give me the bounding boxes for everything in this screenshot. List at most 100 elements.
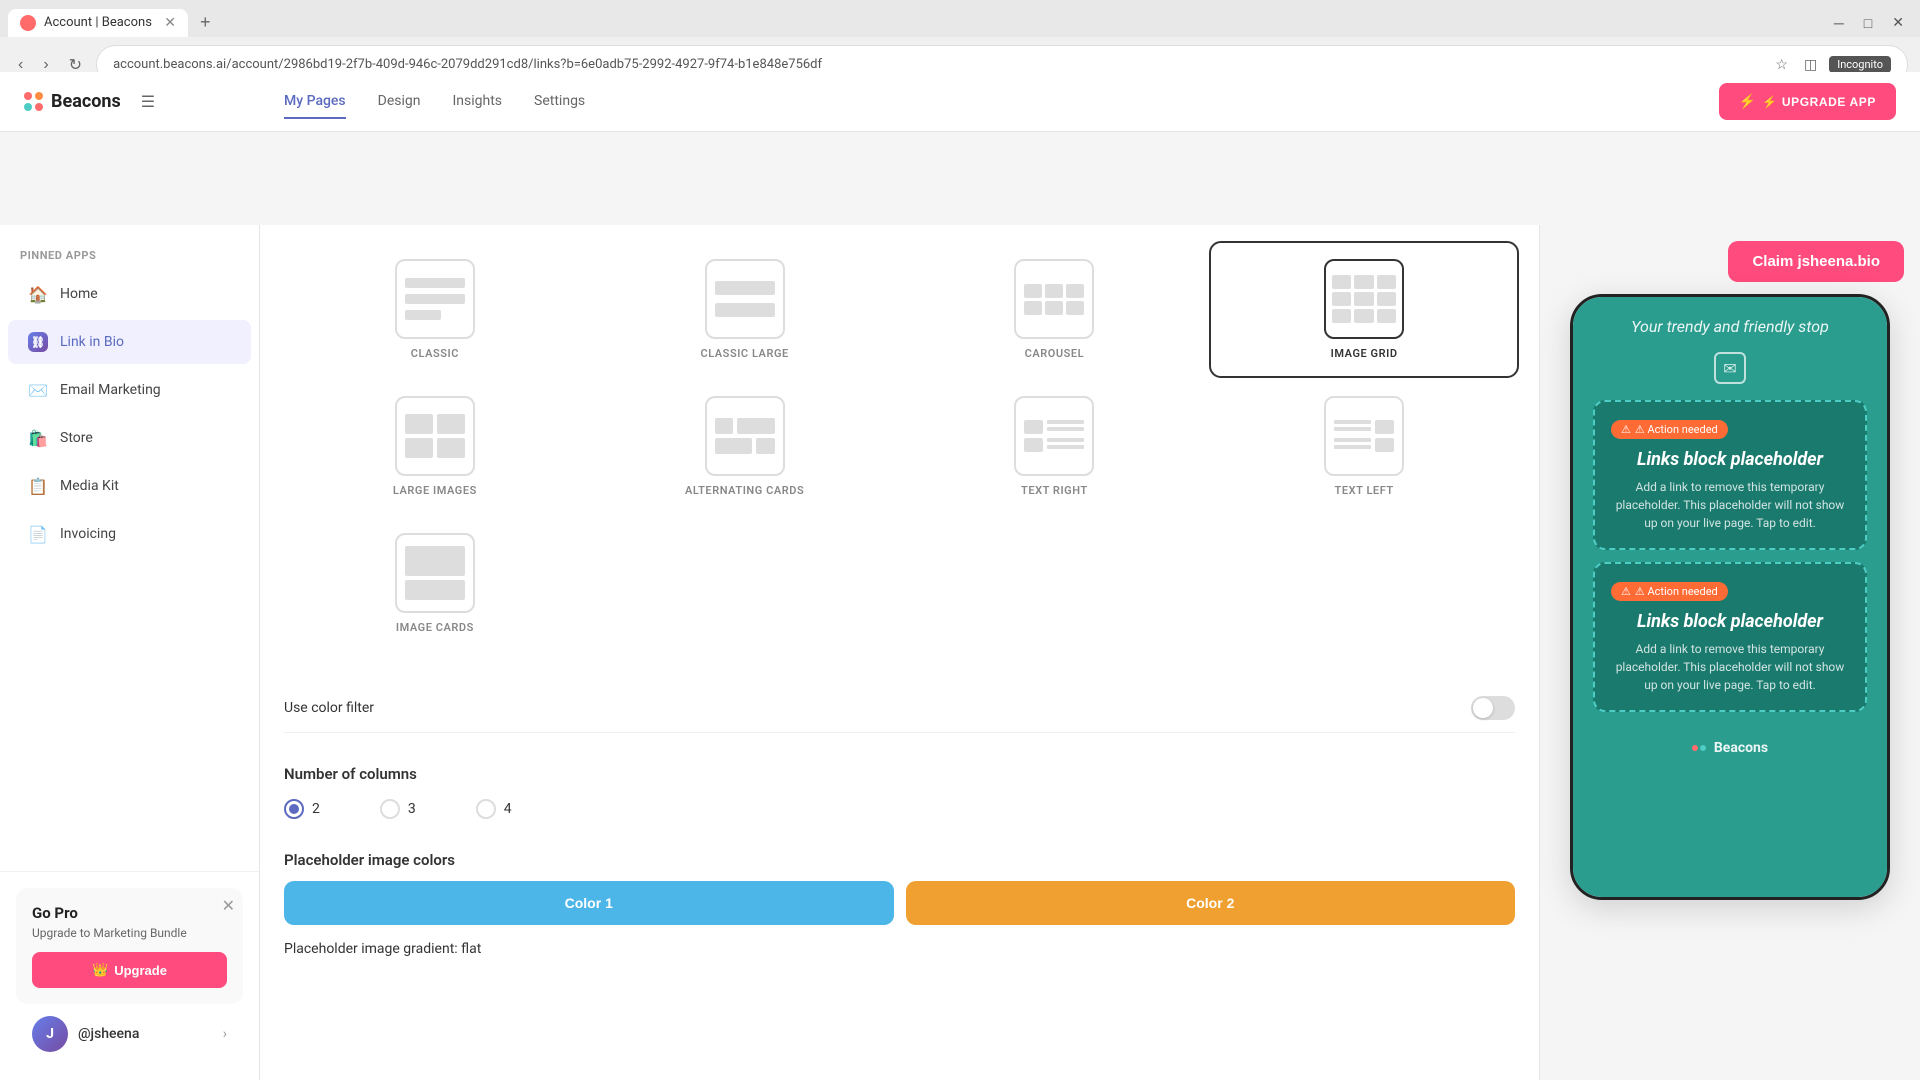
main-content: PINNED APPS 🏠 Home ⛓ Link in Bio ✉️ Emai…: [0, 225, 1920, 1080]
b2: [1354, 275, 1373, 289]
b8: [1354, 309, 1373, 323]
sidebar-item-link-in-bio[interactable]: ⛓ Link in Bio: [8, 320, 251, 364]
b5: [1045, 301, 1063, 315]
window-close-btn[interactable]: ✕: [1884, 10, 1912, 35]
tab-settings[interactable]: Settings: [534, 93, 585, 119]
line2: [405, 294, 465, 304]
action-badge-1-text: ⚠ Action needed: [1635, 423, 1718, 436]
b4: [1332, 292, 1351, 306]
columns-title: Number of columns: [284, 765, 1515, 783]
placeholder-card-1[interactable]: ⚠ ⚠ Action needed Links block placeholde…: [1593, 400, 1867, 550]
tab-design[interactable]: Design: [378, 93, 421, 119]
image-cards-label: IMAGE CARDS: [396, 621, 474, 634]
color-filter-toggle[interactable]: [1471, 696, 1515, 720]
alternating-cards-icon: [705, 396, 785, 476]
tab-favicon: [20, 15, 36, 31]
columns-option-2[interactable]: 2: [284, 799, 320, 819]
warning-icon-2: ⚠: [1621, 585, 1631, 598]
layout-option-large-images[interactable]: LARGE IMAGES: [280, 378, 590, 515]
url-text: account.beacons.ai/account/2986bd19-2f7b…: [113, 57, 1763, 72]
layout-option-classic[interactable]: CLASSIC: [280, 241, 590, 378]
claim-btn[interactable]: Claim jsheena.bio: [1728, 241, 1904, 282]
color2-btn[interactable]: Color 2: [906, 881, 1516, 925]
tab-close-btn[interactable]: ✕: [164, 15, 176, 31]
b4: [756, 438, 775, 454]
user-name: @jsheena: [78, 1026, 139, 1042]
carousel-icon: [1014, 259, 1094, 339]
layout-option-classic-large[interactable]: CLASSIC LARGE: [590, 241, 900, 378]
text-right-label: TEXT RIGHT: [1021, 484, 1088, 497]
b1: [1334, 420, 1371, 434]
b1: [1024, 420, 1043, 434]
sidebar-item-media-kit[interactable]: 📋 Media Kit: [8, 464, 251, 508]
sidebar-media-kit-label: Media Kit: [60, 478, 119, 494]
upgrade-app-btn[interactable]: ⚡ ⚡ UPGRADE APP: [1719, 93, 1896, 120]
warning-icon-1: ⚠: [1621, 423, 1631, 436]
upgrade-sidebar-btn[interactable]: 👑 Upgrade: [32, 952, 227, 988]
sidebar: PINNED APPS 🏠 Home ⛓ Link in Bio ✉️ Emai…: [0, 225, 260, 1080]
line2: [715, 303, 775, 317]
b4: [437, 438, 465, 458]
radio-3[interactable]: [380, 799, 400, 819]
maximize-btn[interactable]: □: [1856, 10, 1880, 35]
layout-option-image-cards[interactable]: IMAGE CARDS: [280, 515, 590, 652]
sidebar-item-invoicing[interactable]: 📄 Invoicing: [8, 512, 251, 556]
logo-dot-2: [35, 93, 43, 100]
sidebar-link-in-bio-label: Link in Bio: [60, 334, 124, 350]
menu-icon[interactable]: ☰: [141, 93, 155, 111]
colors-section: Placeholder image colors Color 1 Color 2: [260, 835, 1539, 941]
logo-dot-4: [35, 103, 43, 111]
b2: [437, 414, 465, 434]
user-row[interactable]: J @jsheena ›: [16, 1004, 243, 1064]
image-grid-icon: [1324, 259, 1404, 339]
sidebar-item-store[interactable]: 🛍️ Store: [8, 416, 251, 460]
sidebar-item-email-marketing[interactable]: ✉️ Email Marketing: [8, 368, 251, 412]
layout-option-text-right[interactable]: TEXT RIGHT: [900, 378, 1210, 515]
tab-my-pages[interactable]: My Pages: [284, 93, 346, 119]
home-icon: 🏠: [28, 284, 48, 304]
color1-btn[interactable]: Color 1: [284, 881, 894, 925]
new-tab-btn[interactable]: +: [192, 8, 219, 37]
radio-group: 2 3 4: [284, 799, 1515, 819]
card1-desc: Add a link to remove this temporary plac…: [1611, 478, 1849, 532]
layout-option-text-left[interactable]: TEXT LEFT: [1209, 378, 1519, 515]
sidebar-email-label: Email Marketing: [60, 382, 161, 398]
app-layout: Beacons ☰ My Pages Design Insights Setti…: [0, 93, 1920, 1080]
sidebar-item-home[interactable]: 🏠 Home: [8, 272, 251, 316]
b7: [1332, 309, 1351, 323]
settings-section: Use color filter: [260, 668, 1539, 749]
b1: [405, 546, 465, 576]
color-buttons: Color 1 Color 2: [284, 881, 1515, 925]
email-icon: ✉: [1714, 352, 1746, 384]
b5: [1354, 292, 1373, 306]
browser-tab[interactable]: Account | Beacons ✕: [8, 9, 188, 37]
columns-option-4[interactable]: 4: [476, 799, 512, 819]
b1: [1024, 284, 1042, 298]
sidebar-bottom: ✕ Go Pro Upgrade to Marketing Bundle 👑 U…: [0, 871, 259, 1080]
radio-2[interactable]: [284, 799, 304, 819]
email-marketing-icon: ✉️: [28, 380, 48, 400]
phone-header-text: Your trendy and friendly stop: [1593, 317, 1867, 336]
footer-dot-2: [1700, 745, 1706, 751]
image-cards-icon: [395, 533, 475, 613]
line3: [405, 310, 441, 320]
radio-4-label: 4: [504, 801, 512, 817]
columns-section: Number of columns 2 3 4: [260, 749, 1539, 835]
b6: [1377, 292, 1396, 306]
columns-option-3[interactable]: 3: [380, 799, 416, 819]
toggle-knob: [1473, 698, 1493, 718]
logo-dot-3: [24, 103, 32, 111]
radio-4[interactable]: [476, 799, 496, 819]
layout-option-carousel[interactable]: CAROUSEL: [900, 241, 1210, 378]
card2-title: Links block placeholder: [1611, 611, 1849, 632]
classic-label: CLASSIC: [411, 347, 459, 360]
browser-tab-bar: Account | Beacons ✕ + ─ □ ✕: [0, 0, 1920, 37]
tab-insights[interactable]: Insights: [452, 93, 502, 119]
go-pro-close-btn[interactable]: ✕: [222, 896, 235, 916]
layout-option-alternating-cards[interactable]: ALTERNATING CARDS: [590, 378, 900, 515]
layout-option-image-grid[interactable]: IMAGE GRID: [1209, 241, 1519, 378]
minimize-btn[interactable]: ─: [1826, 10, 1852, 35]
sidebar-store-label: Store: [60, 430, 93, 446]
nav-tabs: My Pages Design Insights Settings: [284, 93, 585, 119]
placeholder-card-2[interactable]: ⚠ ⚠ Action needed Links block placeholde…: [1593, 562, 1867, 712]
